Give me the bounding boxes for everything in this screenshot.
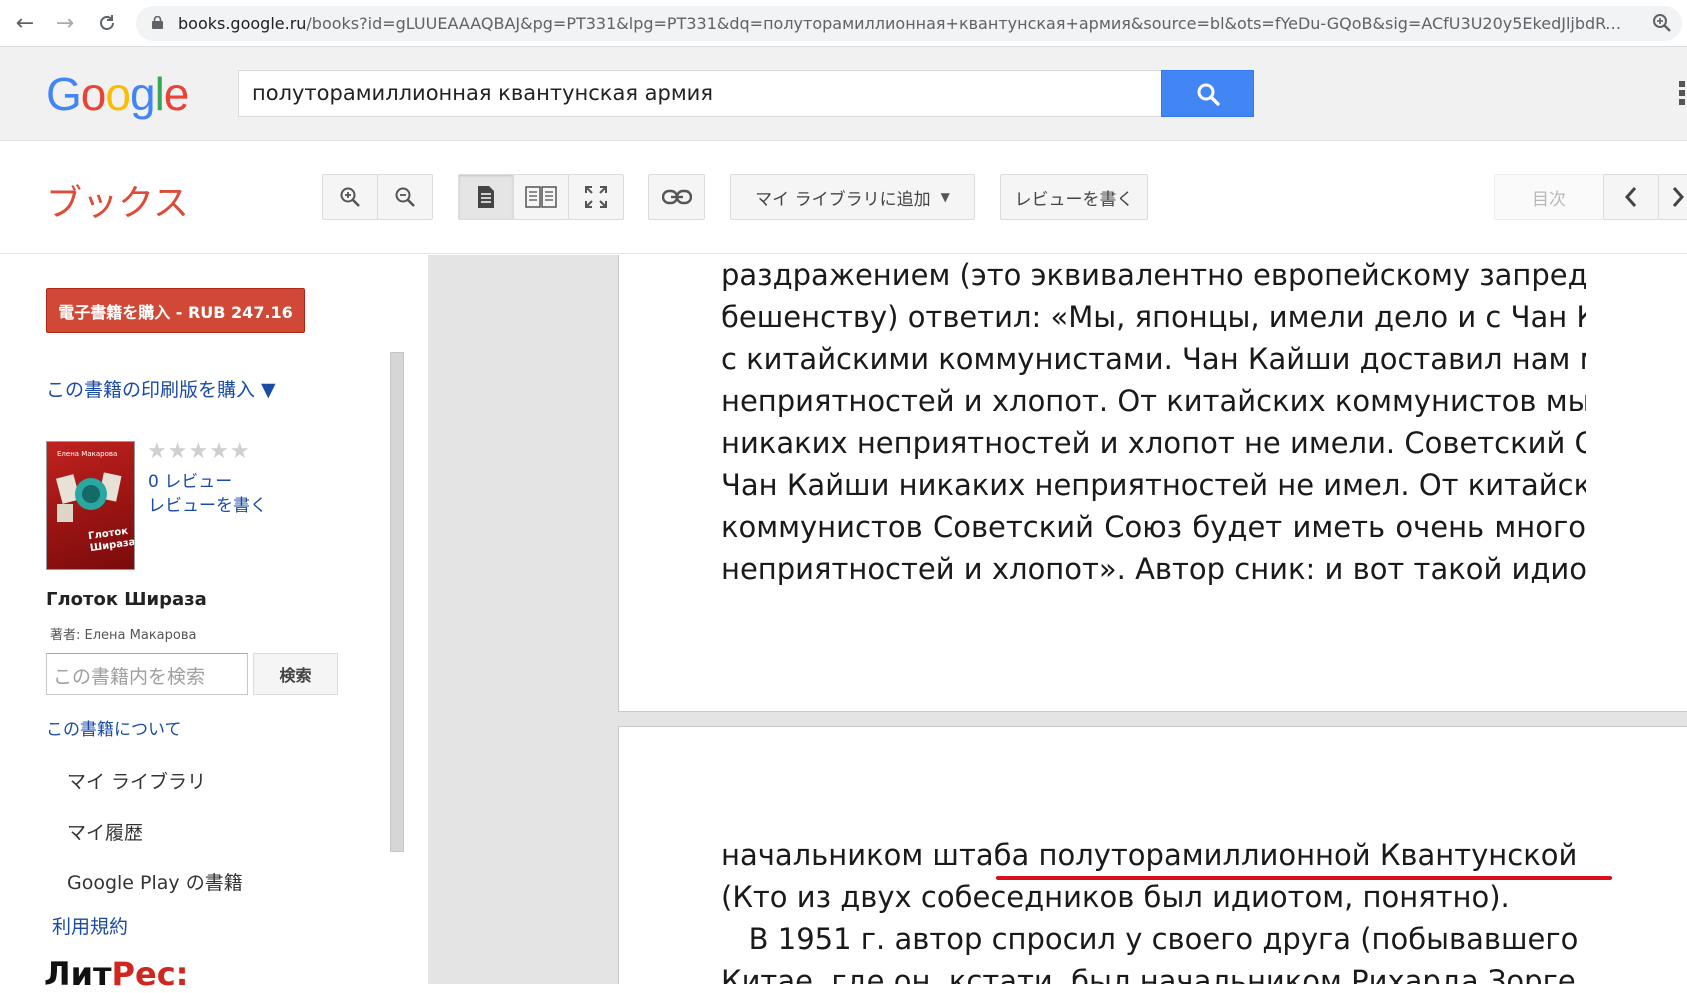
in-book-search-input[interactable]: この書籍内を検索 [46,653,248,695]
text-line: В 1951 г. автор спросил у своего друга (… [721,922,1586,956]
litres-logo[interactable]: ЛитРес: [44,955,188,993]
book-title: Глоток Шираза [46,589,207,610]
in-book-search-placeholder: この書籍内を検索 [53,666,206,688]
search-input[interactable]: полуторамиллионная квантунская армия [238,70,1162,117]
write-review-link[interactable]: レビューを書く [148,491,267,516]
next-page-button[interactable] [1658,174,1687,220]
text-line: неприятностей и хлопот». Автор сник: и в… [721,552,1586,586]
brand-dark: Лит [44,955,112,993]
cover-art-icon [55,472,122,522]
cover-author: Елена Макарова [57,450,118,458]
url-text: books.google.ru/books?id=gLUUEAAAQBAJ&pg… [178,14,1628,33]
chevron-left-icon [1624,187,1637,207]
search-query: полуторамиллионная квантунская армия [252,81,713,105]
two-page-icon [525,186,557,208]
text-line: бешенству) ответил: «Мы, японцы, имели д… [721,300,1586,334]
url-field[interactable]: books.google.ru/books?id=gLUUEAAAQBAJ&pg… [136,6,1682,41]
add-to-library-label: マイ ライブラリに追加 [755,189,931,210]
contents-button[interactable]: 目次 [1494,174,1604,220]
book-viewer[interactable]: раздражением (это эквивалентно европейск… [428,255,1687,984]
text-line: начальником штаба полуторамиллионной Ква… [721,838,1586,872]
google-logo[interactable]: Google [46,67,190,121]
forward-icon[interactable]: → [52,10,78,36]
sidebar-scrollbar[interactable] [390,352,404,852]
books-title[interactable]: ブックス [46,174,189,226]
apps-icon[interactable] [1676,79,1687,107]
cover-title: Глоток Шираза [87,525,135,555]
zoom-out-button[interactable] [377,174,433,220]
menu-my-library[interactable]: マイ ライブラリ [67,767,206,794]
zoom-icon[interactable] [1652,13,1672,33]
buy-print-link[interactable]: この書籍の印刷版を購入 ▼ [46,375,276,402]
in-book-search-button[interactable]: 検索 [253,653,338,695]
reload-icon[interactable] [94,10,120,36]
books-toolbar: ブックス マイ ライブラリに追加 ▼ レビューを書く 目次 [0,141,1687,254]
write-review-label: レビューを書く [1014,189,1134,210]
book-page: начальником штаба полуторамиллионной Ква… [618,726,1687,984]
logo-letter: g [129,68,156,120]
book-cover[interactable]: Елена Макарова Глоток Шираза [46,441,135,570]
add-to-library-button[interactable]: マイ ライブラリに追加 ▼ [730,174,975,220]
single-page-icon [478,186,494,208]
prev-page-button[interactable] [1603,174,1659,220]
text-line: неприятностей и хлопот. От китайских ком… [721,384,1586,418]
text-line: коммунистов Советский Союз будет иметь о… [721,510,1586,544]
link-button[interactable] [648,174,705,220]
book-sidebar: 電子書籍を購入 - RUB 247.16 この書籍の印刷版を購入 ▼ Елена… [0,255,428,993]
link-icon [661,189,692,205]
buy-ebook-button[interactable]: 電子書籍を購入 - RUB 247.16 [46,288,305,333]
logo-letter: l [154,68,165,120]
logo-letter: e [163,68,190,120]
menu-play-books[interactable]: Google Play の書籍 [67,868,243,895]
rating-stars[interactable]: ★★★★★ [147,439,251,464]
text-line: раздражением (это эквивалентно европейск… [721,258,1586,292]
fullscreen-icon [585,186,607,208]
menu-my-history[interactable]: マイ履歴 [67,818,143,845]
logo-letter: o [105,68,131,120]
book-author: 著者: Елена Макарова [50,628,197,643]
page-text: раздражением (это эквивалентно европейск… [721,255,1586,590]
text-line: Китае, где он, кстати, был начальником Р… [721,964,1586,984]
back-icon[interactable]: ← [12,10,38,36]
contents-label: 目次 [1532,189,1566,210]
text-line: Чан Кайши никаких неприятностей не имел.… [721,468,1586,502]
page-text: начальником штаба полуторамиллионной Ква… [721,834,1586,984]
single-page-view-button[interactable] [458,174,514,220]
search-icon [1197,83,1220,106]
write-review-button[interactable]: レビューを書く [1000,174,1148,220]
text-line: (Кто из двух собеседников был идиотом, п… [721,880,1510,914]
caret-down-icon: ▼ [940,190,950,204]
fullscreen-button[interactable] [568,174,624,220]
book-page: раздражением (это эквивалентно европейск… [618,255,1687,712]
review-count-link[interactable]: 0 レビュー [148,467,232,492]
search-button[interactable] [1161,70,1254,117]
text-line: с китайскими коммунистами. Чан Кайши дос… [721,342,1586,376]
chevron-right-icon [1672,187,1685,207]
logo-letter: G [46,68,82,120]
zoom-in-button[interactable] [322,174,378,220]
browser-address-bar: ← → books.google.ru/books?id=gLUUEAAAQBA… [0,0,1687,47]
text-line: никаких неприятностей и хлопот не имели.… [721,426,1586,460]
about-book-link[interactable]: この書籍について [46,715,182,740]
brand-red: Рес: [111,955,189,993]
zoom-out-icon [395,187,415,207]
lock-icon [152,16,163,29]
zoom-in-icon [340,187,360,207]
google-header: Google полуторамиллионная квантунская ар… [0,47,1687,141]
terms-link[interactable]: 利用規約 [52,912,128,939]
two-page-view-button[interactable] [513,174,569,220]
logo-letter: o [80,68,107,120]
red-underline-annotation [996,876,1612,880]
